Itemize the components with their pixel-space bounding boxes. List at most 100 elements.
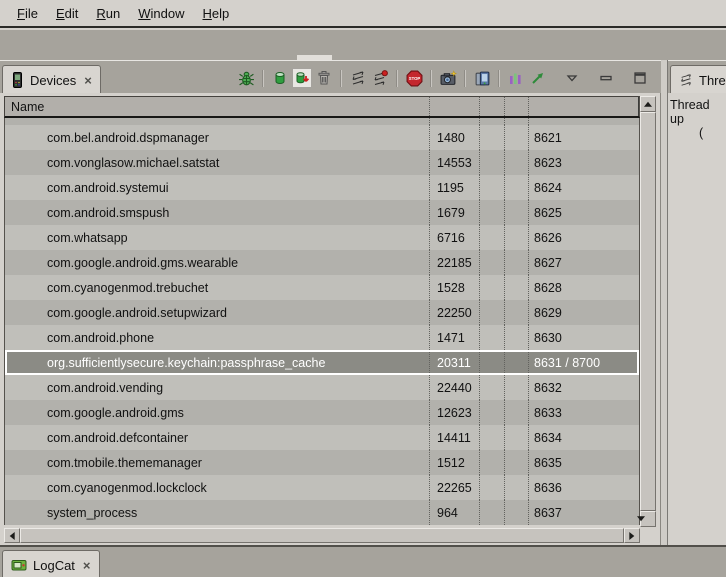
devices-table: Name com.bel.android.dspmanager14808621c…: [4, 96, 656, 544]
cell-port: 8626: [529, 225, 639, 250]
scroll-left-button[interactable]: [4, 528, 20, 543]
table-row[interactable]: org.sufficientlysecure.keychain:passphra…: [5, 350, 639, 375]
cell-col-a: [480, 200, 505, 225]
table-row[interactable]: com.cyanogenmod.lockclock222658636: [5, 475, 639, 500]
cell-pid: 22440: [430, 375, 480, 400]
debug-process-icon[interactable]: [236, 68, 256, 88]
cell-pid: 20311: [430, 350, 480, 375]
cause-gc-icon[interactable]: [314, 68, 334, 88]
horizontal-scrollbar[interactable]: [4, 528, 640, 543]
dump-hprof-icon[interactable]: [292, 68, 312, 88]
cell-col-a: [480, 375, 505, 400]
table-row[interactable]: com.android.phone14718630: [5, 325, 639, 350]
cell-col-a: [480, 300, 505, 325]
device-stack-icon[interactable]: [472, 68, 492, 88]
menu-item-edit[interactable]: Edit: [47, 2, 87, 25]
table-row[interactable]: com.google.android.gms126238633: [5, 400, 639, 425]
table-header: Name: [4, 96, 640, 118]
view-menu-icon[interactable]: [562, 68, 582, 88]
threads-view: Threa Thread up (: [667, 60, 726, 545]
cell-pid: 1512: [430, 450, 480, 475]
cell-port: 8633: [529, 400, 639, 425]
cell-col-a: [480, 150, 505, 175]
table-row[interactable]: com.google.android.setupwizard222508629: [5, 300, 639, 325]
cell-pid: 1195: [430, 175, 480, 200]
cell-pid: 1528: [430, 275, 480, 300]
menu-item-file[interactable]: File: [8, 2, 47, 25]
cell-col-b: [505, 250, 529, 275]
cell-col-b: [505, 325, 529, 350]
toolbar-strip: [0, 30, 726, 60]
cell-col-a: [480, 500, 505, 525]
menu-item-run[interactable]: Run: [87, 2, 129, 25]
maximize-icon[interactable]: [630, 68, 650, 88]
table-row[interactable]: com.bel.android.dspmanager14808621: [5, 125, 639, 150]
minimize-icon[interactable]: [596, 68, 616, 88]
column-header-b[interactable]: [505, 97, 529, 116]
cell-name: [5, 118, 430, 125]
menu-item-window[interactable]: Window: [129, 2, 193, 25]
table-row[interactable]: com.vonglasow.michael.satstat145538623: [5, 150, 639, 175]
cell-name: com.vonglasow.michael.satstat: [5, 150, 430, 175]
column-header-port[interactable]: [529, 97, 639, 116]
table-row[interactable]: com.whatsapp67168626: [5, 225, 639, 250]
stop-process-icon[interactable]: STOP: [404, 68, 424, 88]
cell-col-a: [480, 118, 505, 125]
cell-col-a: [480, 475, 505, 500]
toolbar-separator: [396, 70, 398, 87]
vertical-scrollbar-thumb[interactable]: [640, 112, 656, 511]
table-row[interactable]: system_process9648637: [5, 500, 639, 525]
tab-threads[interactable]: Threa: [670, 65, 726, 94]
cell-pid: 1679: [430, 200, 480, 225]
cell-col-a: [480, 275, 505, 300]
update-heap-icon[interactable]: [270, 68, 290, 88]
cell-name: com.tmobile.thememanager: [5, 450, 430, 475]
cell-col-b: [505, 175, 529, 200]
table-row[interactable]: com.tmobile.thememanager15128635: [5, 450, 639, 475]
scroll-up-button[interactable]: [640, 96, 656, 112]
scroll-right-button[interactable]: [624, 528, 640, 543]
cell-port: 8624: [529, 175, 639, 200]
logcat-bar: LogCat ×: [0, 545, 726, 577]
menu-item-help[interactable]: Help: [193, 2, 238, 25]
logcat-icon: [11, 557, 27, 573]
tab-devices[interactable]: Devices ×: [2, 65, 101, 94]
tab-logcat-close-icon[interactable]: ×: [81, 558, 91, 573]
table-row[interactable]: com.cyanogenmod.trebuchet15288628: [5, 275, 639, 300]
table-row[interactable]: com.android.smspush16798625: [5, 200, 639, 225]
horizontal-scrollbar-thumb[interactable]: [20, 528, 624, 543]
column-header-pid[interactable]: [430, 97, 480, 116]
table-row[interactable]: com.android.defcontainer144118634: [5, 425, 639, 450]
partial-row[interactable]: [5, 118, 639, 125]
column-header-a[interactable]: [480, 97, 505, 116]
cell-port: 8631 / 8700: [529, 350, 639, 375]
table-row[interactable]: com.android.systemui11958624: [5, 175, 639, 200]
start-arrow-icon[interactable]: [528, 68, 548, 88]
cell-port: [529, 118, 639, 125]
tab-logcat[interactable]: LogCat ×: [2, 550, 100, 577]
cell-name: com.android.vending: [5, 375, 430, 400]
devices-content: Name com.bel.android.dspmanager14808621c…: [0, 93, 661, 545]
toolbar-separator: [262, 70, 264, 87]
ui-hierarchy-icon[interactable]: [506, 68, 526, 88]
devices-tabstrip: Devices ×: [0, 60, 661, 93]
screen-capture-icon[interactable]: [438, 68, 458, 88]
tab-devices-close-icon[interactable]: ×: [82, 73, 92, 88]
cell-name: com.bel.android.dspmanager: [5, 125, 430, 150]
cell-port: 8623: [529, 150, 639, 175]
update-threads-icon[interactable]: [348, 68, 368, 88]
start-method-profiling-icon[interactable]: [370, 68, 390, 88]
table-row[interactable]: com.android.vending224408632: [5, 375, 639, 400]
cell-name: com.android.smspush: [5, 200, 430, 225]
cell-port: 8636: [529, 475, 639, 500]
vertical-scrollbar[interactable]: [640, 96, 656, 527]
cell-port: 8627: [529, 250, 639, 275]
cell-pid: [430, 118, 480, 125]
cell-name: com.android.phone: [5, 325, 430, 350]
scroll-down-button[interactable]: [640, 511, 656, 527]
table-row[interactable]: com.google.android.gms.wearable221858627: [5, 250, 639, 275]
cell-col-a: [480, 350, 505, 375]
column-header-name[interactable]: Name: [5, 97, 430, 116]
toolbar-separator: [498, 70, 500, 87]
tab-devices-label: Devices: [30, 73, 76, 88]
